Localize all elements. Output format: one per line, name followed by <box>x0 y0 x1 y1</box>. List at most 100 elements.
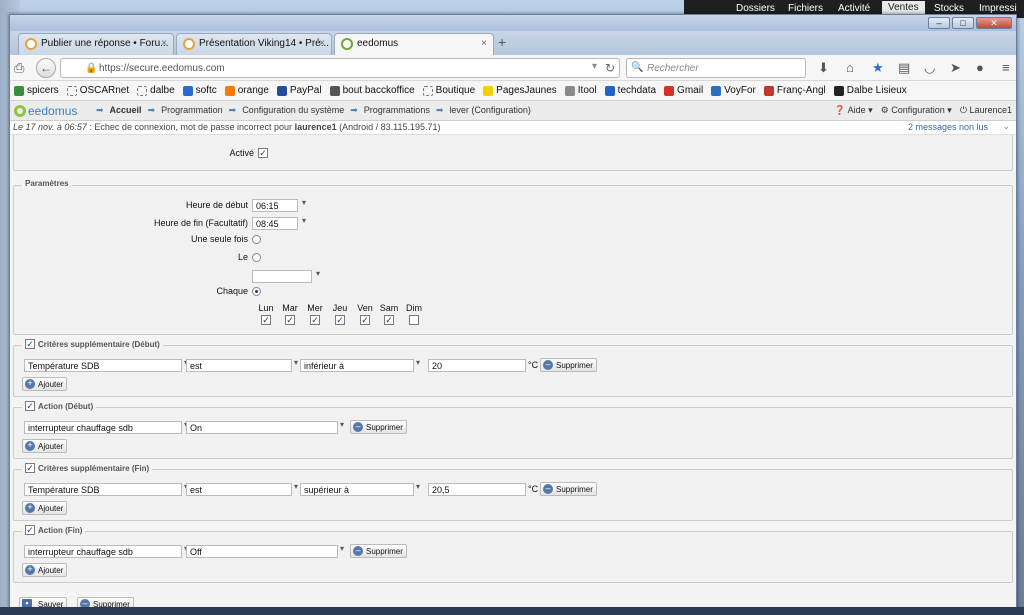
bookmark-item[interactable]: softc <box>182 85 217 96</box>
close-tab-icon[interactable]: × <box>319 38 325 49</box>
delete-action-button[interactable]: – Supprimer <box>350 420 407 434</box>
bookmark-item[interactable]: Itool <box>564 85 597 96</box>
day-checkbox[interactable]: ✓ <box>335 315 345 325</box>
bookmark-item[interactable]: Gmail <box>664 85 703 96</box>
tab-forum[interactable]: Publier une réponse • Foru... × <box>18 33 174 55</box>
add-action-button[interactable]: + Ajouter <box>22 563 68 577</box>
tab-eedomus[interactable]: eedomus × <box>334 33 494 56</box>
bookmark-item[interactable]: orange <box>224 85 269 96</box>
bookmark-item[interactable]: Dalbe Lisieux <box>833 85 907 96</box>
action-end-checkbox[interactable]: ✓ <box>25 525 35 535</box>
breadcrumb-programmation[interactable]: Programmation <box>161 105 223 116</box>
chevron-down-icon[interactable]: ⌄ <box>1002 121 1010 132</box>
config-menu[interactable]: ⚙ Configuration ▾ <box>881 105 952 116</box>
bookmark-item[interactable]: VoyFor <box>711 85 756 96</box>
criteria-value-input[interactable]: 20 <box>428 359 526 372</box>
menu-impressi[interactable]: Impressi <box>979 3 1017 14</box>
close-window-button[interactable]: ✕ <box>976 17 1012 29</box>
tab-presentation[interactable]: Présentation Viking14 • Pré... × <box>176 33 332 55</box>
criteria-op-select[interactable]: est <box>186 483 292 496</box>
criteria-device-select[interactable]: Température SDB <box>24 359 182 372</box>
menu-fichiers[interactable]: Fichiers <box>788 3 823 14</box>
chevron-down-icon[interactable]: ▾ <box>340 420 344 429</box>
chevron-down-icon[interactable]: ▾ <box>294 358 298 367</box>
active-checkbox[interactable]: ✓ <box>258 148 268 158</box>
chevron-down-icon[interactable]: ▾ <box>416 482 420 491</box>
day-checkbox[interactable]: ✓ <box>384 315 394 325</box>
reload-icon[interactable]: ↻ <box>605 61 615 75</box>
once-radio[interactable] <box>252 235 261 244</box>
print-icon[interactable]: ⎙ <box>14 60 24 76</box>
url-bar[interactable]: 🔒 https://secure.eedomus.com ▾ ↻ <box>60 58 620 78</box>
criteria-value-input[interactable]: 20,5 <box>428 483 526 496</box>
bookmark-item[interactable]: PayPal <box>276 85 322 96</box>
menu-dossiers[interactable]: Dossiers <box>736 3 775 14</box>
download-icon[interactable]: ⬇ <box>818 60 829 76</box>
chevron-down-icon[interactable]: ▾ <box>302 216 306 225</box>
chevron-down-icon[interactable]: ▾ <box>294 482 298 491</box>
delete-criteria-button[interactable]: – Supprimer <box>540 482 597 496</box>
action-start-checkbox[interactable]: ✓ <box>25 401 35 411</box>
back-button[interactable]: ← <box>30 55 60 81</box>
chevron-down-icon[interactable]: ▾ <box>302 198 306 207</box>
bookmark-item[interactable]: dalbe <box>137 85 175 96</box>
maximize-button[interactable]: □ <box>952 17 974 29</box>
each-radio[interactable] <box>252 287 261 296</box>
bookmarks-menu-icon[interactable]: ▤ <box>898 60 910 76</box>
bookmark-item[interactable]: OSCARnet <box>66 85 129 96</box>
criteria-compare-select[interactable]: supérieur à <box>300 483 414 496</box>
start-time-select[interactable]: 06:15 <box>252 199 298 212</box>
delete-action-button[interactable]: – Supprimer <box>350 544 407 558</box>
close-tab-icon[interactable]: × <box>161 38 167 49</box>
criteria-start-checkbox[interactable]: ✓ <box>25 339 35 349</box>
minimize-button[interactable]: – <box>928 17 950 29</box>
day-checkbox[interactable]: ✓ <box>360 315 370 325</box>
bookmark-item[interactable]: spicers <box>14 85 59 96</box>
eedomus-logo[interactable]: eedomus <box>14 104 77 118</box>
breadcrumb-configuration[interactable]: Configuration du système <box>242 105 344 116</box>
add-criteria-button[interactable]: + Ajouter <box>22 501 68 515</box>
url-dropdown-icon[interactable]: ▾ <box>592 61 597 72</box>
search-input[interactable]: 🔍 Rechercher <box>626 58 806 78</box>
criteria-compare-select[interactable]: inférieur à <box>300 359 414 372</box>
action-value-select[interactable]: On <box>186 421 338 434</box>
send-icon[interactable]: ➤ <box>950 60 961 76</box>
bookmark-item[interactable]: bout bacckoffice <box>329 85 415 96</box>
menu-stocks[interactable]: Stocks <box>934 3 964 14</box>
pocket-icon[interactable]: ◡ <box>924 60 935 76</box>
close-tab-icon[interactable]: × <box>481 38 487 49</box>
action-device-select[interactable]: interrupteur chauffage sdb <box>24 545 182 558</box>
bookmark-item[interactable]: Boutique <box>422 85 475 96</box>
menu-activite[interactable]: Activité <box>838 3 870 14</box>
new-tab-button[interactable]: + <box>498 34 506 50</box>
home-icon[interactable]: ⌂ <box>846 60 854 75</box>
breadcrumb-accueil[interactable]: Accueil <box>110 105 142 116</box>
add-action-button[interactable]: + Ajouter <box>22 439 68 453</box>
delete-criteria-button[interactable]: – Supprimer <box>540 358 597 372</box>
on-date-radio[interactable] <box>252 253 261 262</box>
bookmark-item[interactable]: PagesJaunes <box>483 85 557 96</box>
breadcrumb-programmations[interactable]: Programmations <box>364 105 430 116</box>
criteria-end-checkbox[interactable]: ✓ <box>25 463 35 473</box>
chevron-down-icon[interactable]: ▾ <box>340 544 344 553</box>
action-value-select[interactable]: Off <box>186 545 338 558</box>
criteria-device-select[interactable]: Température SDB <box>24 483 182 496</box>
add-criteria-button[interactable]: + Ajouter <box>22 377 68 391</box>
chevron-down-icon[interactable]: ▾ <box>316 269 320 278</box>
menu-icon[interactable]: ≡ <box>1002 60 1010 75</box>
day-checkbox[interactable]: ✓ <box>261 315 271 325</box>
bookmark-item[interactable]: Franç-Angl <box>763 85 826 96</box>
criteria-op-select[interactable]: est <box>186 359 292 372</box>
action-device-select[interactable]: interrupteur chauffage sdb <box>24 421 182 434</box>
bookmark-item[interactable]: techdata <box>604 85 656 96</box>
day-checkbox[interactable] <box>409 315 419 325</box>
chat-icon[interactable]: ● <box>976 60 984 75</box>
day-checkbox[interactable]: ✓ <box>285 315 295 325</box>
chevron-down-icon[interactable]: ▾ <box>416 358 420 367</box>
help-menu[interactable]: ❓ Aide ▾ <box>834 105 872 116</box>
user-menu[interactable]: ⏻ Laurence1 <box>960 105 1012 116</box>
bookmark-star-icon[interactable]: ★ <box>872 60 884 76</box>
end-time-select[interactable]: 08:45 <box>252 217 298 230</box>
date-select[interactable] <box>252 270 312 283</box>
day-checkbox[interactable]: ✓ <box>310 315 320 325</box>
